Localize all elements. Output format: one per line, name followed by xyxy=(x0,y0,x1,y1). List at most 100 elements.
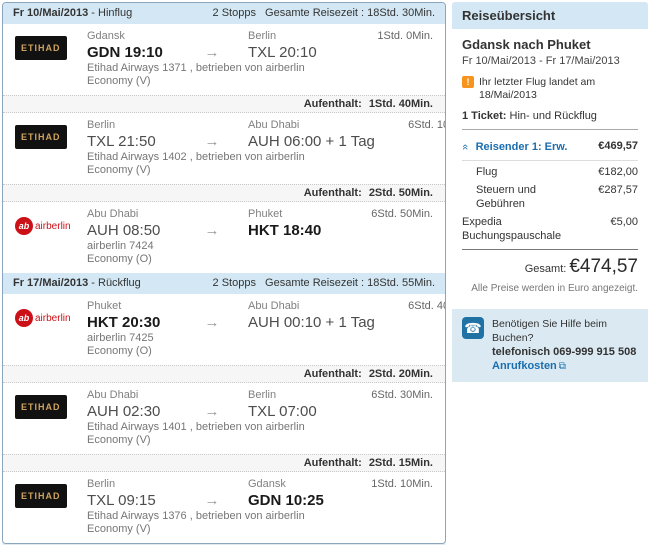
cabin-class: Economy (O) xyxy=(87,345,446,358)
segment-duration: 1Std. 10Min. xyxy=(338,478,433,491)
layover-duration: 1Std. 40Min. xyxy=(369,98,433,110)
itinerary-panel: Fr 10/Mai/2013 - Hinflug 2 Stopps Gesamt… xyxy=(2,2,446,544)
route-title: Gdansk nach Phuket xyxy=(462,37,638,52)
segment-duration: 6Std. 50Min. xyxy=(338,208,433,221)
flight-number: Etihad Airways 1401 , betrieben von airb… xyxy=(87,421,433,434)
return-stops: 2 Stopps xyxy=(213,277,256,289)
arrival-city: Berlin xyxy=(232,389,338,402)
layover-row: Aufenthalt: 2Std. 15Min. xyxy=(3,454,445,472)
departure-city: Berlin xyxy=(87,478,192,491)
traveler-total: €469,57 xyxy=(598,140,638,152)
outbound-header: Fr 10/Mai/2013 - Hinflug 2 Stopps Gesamt… xyxy=(3,3,445,24)
etihad-logo: ETIHAD xyxy=(15,389,87,421)
flight-segment: ab airberlin Phuket Abu Dhabi 6Std. 40Mi… xyxy=(3,294,445,365)
departure-time: TXL 09:15 xyxy=(87,491,192,510)
etihad-logo-text: ETIHAD xyxy=(15,36,67,60)
warning-text: Ihr letzter Flug landet am 18/Mai/2013 xyxy=(479,76,638,102)
segment-duration: 6Std. 40Min. xyxy=(375,300,446,313)
total-value: €474,57 xyxy=(569,256,638,277)
price-value: €287,57 xyxy=(598,183,638,211)
cabin-class: Economy (V) xyxy=(87,434,433,447)
departure-time: GDN 19:10 xyxy=(87,43,192,62)
phone-icon: ☎ xyxy=(462,317,484,339)
departure-city: Berlin xyxy=(87,119,192,132)
etihad-logo: ETIHAD xyxy=(15,478,87,510)
departure-city: Abu Dhabi xyxy=(87,208,192,221)
layover-label: Aufenthalt: xyxy=(304,457,362,469)
arrival-city: Abu Dhabi xyxy=(232,300,375,313)
price-row: Expedia Buchungspauschale €5,00 xyxy=(462,215,638,243)
arrow-right-icon: → xyxy=(192,132,232,151)
call-costs-link[interactable]: Anrufkosten xyxy=(492,360,557,372)
traveler-label: Reisender 1: Erw. xyxy=(476,141,568,153)
summary-title: Reiseübersicht xyxy=(452,2,648,29)
airberlin-logo: ab airberlin xyxy=(15,208,87,240)
layover-row: Aufenthalt: 2Std. 50Min. xyxy=(3,184,445,202)
arrow-right-icon: → xyxy=(192,43,232,62)
etihad-logo-text: ETIHAD xyxy=(15,395,67,419)
phone-question: Benötigen Sie Hilfe beim Buchen? xyxy=(492,318,607,344)
segment-duration: 6Std. 30Min. xyxy=(338,389,433,402)
etihad-logo-text: ETIHAD xyxy=(15,484,67,508)
phone-text-group: Benötigen Sie Hilfe beim Buchen? telefon… xyxy=(492,317,638,374)
layover-duration: 2Std. 50Min. xyxy=(369,187,433,199)
departure-time: AUH 08:50 xyxy=(87,221,192,240)
layover-row: Aufenthalt: 1Std. 40Min. xyxy=(3,95,445,113)
flight-number: airberlin 7425 xyxy=(87,332,446,345)
warning-row: ! Ihr letzter Flug landet am 18/Mai/2013 xyxy=(462,76,638,102)
phone-number: telefonisch 069-999 915 508 xyxy=(492,346,636,358)
flight-segment: ETIHAD Gdansk Berlin 1Std. 0Min. GDN 19:… xyxy=(3,24,445,95)
airberlin-monogram: ab xyxy=(15,309,33,327)
airberlin-logo-text: airberlin xyxy=(35,221,71,232)
currency-note: Alle Preise werden in Euro angezeigt. xyxy=(462,283,638,295)
collapse-icon: « xyxy=(459,144,471,150)
departure-city: Gdansk xyxy=(87,30,192,43)
price-value: €182,00 xyxy=(598,165,638,179)
departure-city: Phuket xyxy=(87,300,192,313)
flight-booking-page: Fr 10/Mai/2013 - Hinflug 2 Stopps Gesamt… xyxy=(0,0,650,545)
outbound-date: Fr 10/Mai/2013 xyxy=(13,7,88,19)
arrival-time: AUH 00:10 + 1 Tag xyxy=(232,313,375,332)
arrival-city: Berlin xyxy=(232,30,338,43)
outbound-total-time: Gesamte Reisezeit : 18Std. 30Min. xyxy=(265,7,435,19)
arrow-right-icon: → xyxy=(192,402,232,421)
airberlin-logo: ab airberlin xyxy=(15,300,87,332)
segment-duration: 1Std. 0Min. xyxy=(338,30,433,43)
arrival-time: TXL 20:10 xyxy=(232,43,338,62)
flight-number: Etihad Airways 1402 , betrieben von airb… xyxy=(87,151,446,164)
return-header: Fr 17/Mai/2013 - Rückflug 2 Stopps Gesam… xyxy=(3,273,445,294)
cabin-class: Economy (V) xyxy=(87,75,433,88)
traveler-label-group: « Reisender 1: Erw. xyxy=(462,137,567,155)
airberlin-monogram: ab xyxy=(15,217,33,235)
return-date: Fr 17/Mai/2013 xyxy=(13,277,88,289)
outbound-direction: - Hinflug xyxy=(91,7,132,19)
arrival-city: Gdansk xyxy=(232,478,338,491)
total-row: Gesamt:€474,57 xyxy=(462,256,638,278)
flight-number: Etihad Airways 1371 , betrieben von airb… xyxy=(87,62,433,75)
arrival-city: Abu Dhabi xyxy=(232,119,375,132)
layover-duration: 2Std. 20Min. xyxy=(369,368,433,380)
outbound-date-label: Fr 10/Mai/2013 - Hinflug xyxy=(13,7,132,20)
etihad-logo: ETIHAD xyxy=(15,119,87,151)
ticket-type: Hin- und Rückflug xyxy=(506,110,597,122)
flight-segment: ETIHAD Berlin Abu Dhabi 6Std. 10Min. TXL… xyxy=(3,113,445,184)
price-row: Steuern und Gebühren €287,57 xyxy=(462,183,638,211)
summary-body: Gdansk nach Phuket Fr 10/Mai/2013 - Fr 1… xyxy=(452,29,648,301)
summary-divider xyxy=(462,249,638,250)
layover-label: Aufenthalt: xyxy=(304,98,362,110)
flight-segment: ab airberlin Abu Dhabi Phuket 6Std. 50Mi… xyxy=(3,202,445,273)
arrow-right-icon: → xyxy=(192,221,232,240)
return-total-time: Gesamte Reisezeit : 18Std. 55Min. xyxy=(265,277,435,289)
airberlin-logo-text: airberlin xyxy=(35,313,71,324)
ticket-count: 1 Ticket: xyxy=(462,110,506,122)
price-value: €5,00 xyxy=(610,215,638,243)
return-direction: - Rückflug xyxy=(91,277,141,289)
outbound-stops: 2 Stopps xyxy=(213,7,256,19)
cabin-class: Economy (O) xyxy=(87,253,433,266)
layover-label: Aufenthalt: xyxy=(304,187,362,199)
price-row: Flug €182,00 xyxy=(462,165,638,179)
flight-segment: ETIHAD Berlin Gdansk 1Std. 10Min. TXL 09… xyxy=(3,472,445,543)
traveler-toggle[interactable]: « Reisender 1: Erw. €469,57 xyxy=(462,137,638,161)
departure-time: AUH 02:30 xyxy=(87,402,192,421)
warning-icon: ! xyxy=(462,76,474,88)
